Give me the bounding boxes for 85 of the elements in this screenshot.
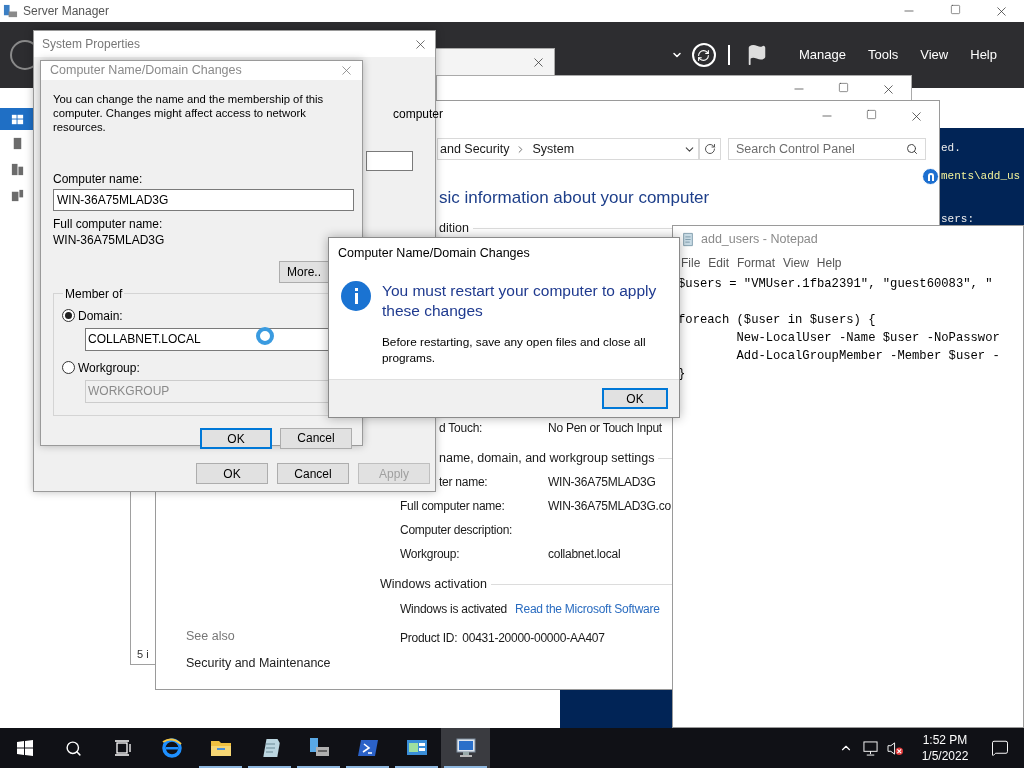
menu-item[interactable]: Help xyxy=(812,254,846,272)
see-also-link[interactable]: Security and Maintenance xyxy=(186,654,380,673)
taskbar-button[interactable] xyxy=(441,728,490,768)
refresh-icon xyxy=(697,48,711,62)
window-title: Server Manager xyxy=(23,3,110,20)
info-value: 00431-20000-00000-AA407 xyxy=(462,630,605,647)
breadcrumb-item[interactable]: and Security xyxy=(440,139,510,159)
page-heading: sic information about your computer xyxy=(438,187,711,209)
address-bar[interactable]: and Security System xyxy=(437,138,699,160)
close-icon[interactable] xyxy=(531,55,546,70)
menu-item[interactable]: Format xyxy=(733,254,780,272)
refresh-icon xyxy=(704,143,716,155)
search-icon[interactable] xyxy=(65,739,82,757)
section-heading: name, domain, and workgroup settings xyxy=(439,449,655,467)
menu-item[interactable]: View xyxy=(779,254,813,272)
info-label: d Touch: xyxy=(439,421,483,435)
info-label: Computer description: xyxy=(400,523,513,537)
window-title: Computer Name/Domain Changes xyxy=(50,62,242,79)
browser-icon[interactable] xyxy=(159,736,184,760)
computer-name-field[interactable]: WIN-36A75MLAD3G xyxy=(53,188,354,211)
menu-item[interactable]: Edit xyxy=(704,254,734,272)
close-icon[interactable] xyxy=(881,82,896,97)
tile-text: 5 i xyxy=(137,646,149,662)
terminal-line: sers: xyxy=(941,211,974,227)
info-icon xyxy=(341,281,371,311)
network-icon[interactable] xyxy=(862,740,879,756)
info-value: No Pen or Touch Input xyxy=(548,420,662,437)
message-text: Before restarting, save any open files and close all programs. xyxy=(382,334,647,366)
field-label: Full computer name: xyxy=(53,216,164,231)
breadcrumb-item[interactable]: System xyxy=(532,139,575,159)
menu-item[interactable]: Help xyxy=(959,45,1008,65)
message-heading: You must restart your computer to apply these changes xyxy=(382,281,658,321)
menu-item[interactable]: View xyxy=(909,45,960,65)
section-heading: dition xyxy=(439,219,469,237)
field-label: Computer name: xyxy=(53,171,144,186)
tab-text: computer xyxy=(393,107,444,121)
ok-button[interactable]: OK xyxy=(602,388,668,409)
section-heading: Windows activation xyxy=(380,575,487,593)
info-label: ter name: xyxy=(439,475,488,489)
notifications-icon[interactable] xyxy=(991,739,1009,757)
computer-icon[interactable] xyxy=(453,736,478,760)
menu-item[interactable]: Tools xyxy=(856,45,910,65)
search-field[interactable]: Search Control Panel xyxy=(728,138,926,160)
clock-time[interactable]: 1:52 PM xyxy=(922,732,968,748)
info-label: Workgroup: xyxy=(400,547,460,561)
terminal-line: ed. xyxy=(941,140,961,156)
server-manager-icon xyxy=(3,3,18,19)
menu-item[interactable]: File xyxy=(677,254,705,272)
task-view-icon[interactable] xyxy=(113,740,132,756)
start-icon[interactable] xyxy=(16,740,33,756)
license-link[interactable]: Read the Microsoft Software xyxy=(515,600,660,618)
info-value: WIN-36A75MLAD3G.co xyxy=(548,498,671,515)
notepad-icon xyxy=(681,231,695,247)
dialog-button[interactable]: Cancel xyxy=(280,427,352,449)
see-also-title: See also xyxy=(186,627,236,645)
maximize-icon[interactable] xyxy=(949,3,961,15)
sidebar-item[interactable] xyxy=(0,108,35,130)
info-label: Product ID: xyxy=(399,630,458,647)
text-field[interactable] xyxy=(366,151,413,171)
sidebar-item-icon xyxy=(10,187,25,203)
volume-icon[interactable] xyxy=(887,740,904,756)
window-title: add_users - Notepad xyxy=(701,230,818,248)
menu-item[interactable]: Manage xyxy=(787,45,857,65)
maximize-icon[interactable] xyxy=(838,82,849,93)
group-title: Member of xyxy=(64,285,124,303)
terminal-line: ments\add_us xyxy=(941,168,1021,184)
info-value: WIN-36A75MLAD3G xyxy=(548,474,656,491)
window-title: Computer Name/Domain Changes xyxy=(338,244,530,262)
maximize-icon[interactable] xyxy=(866,108,877,120)
clock-date[interactable]: 1/5/2022 xyxy=(921,748,969,764)
info-label: Windows is activated xyxy=(399,601,508,618)
dialog-button[interactable]: Cancel xyxy=(277,463,349,484)
info-value: collabnet.local xyxy=(548,546,621,563)
dialog-button[interactable]: OK xyxy=(200,427,272,449)
info-label: Full computer name: xyxy=(400,499,505,513)
dialog-button[interactable]: OK xyxy=(196,463,268,484)
radio-label: Workgroup: xyxy=(78,359,140,377)
radio-button[interactable] xyxy=(62,361,75,375)
full-name-value: WIN-36A75MLAD3G xyxy=(53,232,166,247)
window-title: System Properties xyxy=(42,36,141,53)
radio-button[interactable] xyxy=(62,309,75,323)
sidebar-item-icon xyxy=(10,161,25,177)
radio-label: Domain: xyxy=(78,307,123,325)
busy-cursor-icon xyxy=(256,327,274,345)
description-text: You can change the name and the membership of this computer. Changes might affect access to network resources. xyxy=(53,91,325,134)
